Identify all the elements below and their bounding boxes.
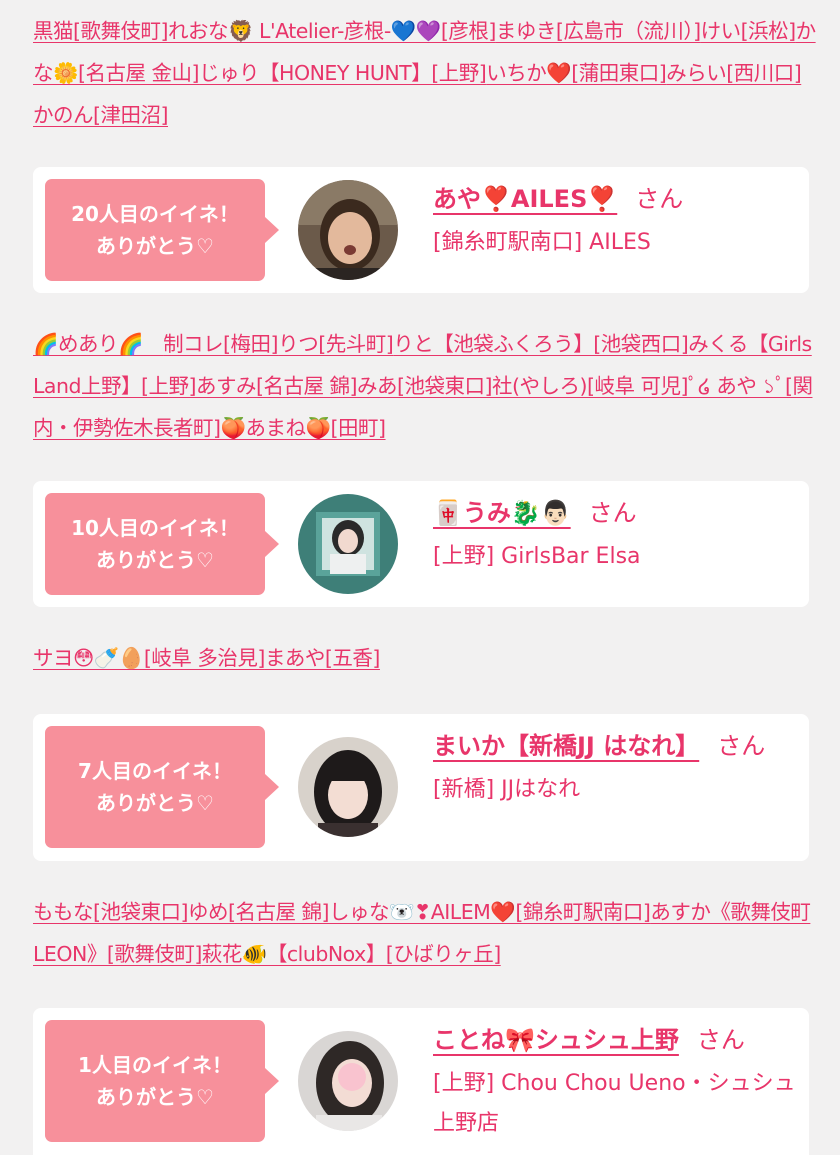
liker-link[interactable]: れおな🦁 L'Atelier-彦根-💙💜[彦根] bbox=[168, 19, 496, 43]
avatar[interactable] bbox=[298, 1031, 398, 1131]
thanks-text: ありがとう♡ bbox=[96, 548, 214, 572]
cast-name-link[interactable]: 🀄うみ🐉👨🏻 bbox=[433, 499, 571, 527]
cast-name-link[interactable]: あや❣️AILES❣️ bbox=[433, 185, 617, 213]
liker-link[interactable]: まあや[五香] bbox=[265, 646, 381, 670]
liker-list: サヨ😳🍼🥚[岐阜 多治見]まあや[五香] bbox=[33, 637, 818, 679]
shop-info: [錦糸町駅南口] AILES bbox=[433, 230, 651, 255]
thanks-text: ありがとう♡ bbox=[96, 234, 214, 258]
liker-link[interactable]: しゅな🐻‍❄️❣AILEM❤️[錦糸町駅南口] bbox=[329, 900, 651, 924]
shop-info: [上野] Chou Chou Ueno・シュシュ上野店 bbox=[433, 1071, 796, 1136]
liker-link[interactable]: あすみ[名古屋 錦] bbox=[196, 374, 358, 398]
like-card: 10人目のイイネ！ ありがとう♡ 🀄うみ🐉👨🏻 さん [上野] GirlsBar … bbox=[33, 481, 809, 607]
liker-link[interactable]: 萩花🐠【clubNox】[ひばりヶ丘] bbox=[202, 942, 501, 966]
liker-link[interactable]: かのん[津田沼] bbox=[33, 103, 169, 127]
honorific: さん bbox=[635, 185, 684, 213]
avatar[interactable] bbox=[298, 494, 398, 594]
liker-link[interactable]: まゆき[広島市（流川）] bbox=[496, 19, 701, 43]
shop-info: [上野] GirlsBar Elsa bbox=[433, 544, 641, 569]
like-count-text: 10人目のイイネ！ bbox=[71, 516, 239, 540]
liker-link[interactable]: 黒猫[歌舞伎町] bbox=[33, 19, 169, 43]
honorific: さん bbox=[717, 732, 766, 760]
like-count-bubble: 10人目のイイネ！ ありがとう♡ bbox=[45, 493, 279, 595]
liker-link[interactable]: ゆめ[名古屋 錦] bbox=[188, 900, 330, 924]
like-count-bubble: 7人目のイイネ！ ありがとう♡ bbox=[45, 726, 279, 848]
avatar[interactable] bbox=[298, 737, 398, 837]
cast-name-link[interactable]: ことね🎀シュシュ上野 bbox=[433, 1026, 679, 1054]
like-card: 7人目のイイネ！ ありがとう♡ まいか【新橋JJ はなれ】 さん [新橋] JJは… bbox=[33, 714, 809, 861]
thanks-text: ありがとう♡ bbox=[96, 791, 214, 815]
like-card: 1人目のイイネ！ ありがとう♡ ことね🎀シュシュ上野 さん [上野] Chou C… bbox=[33, 1008, 809, 1155]
liker-link[interactable]: けい[浜松] bbox=[701, 19, 797, 43]
honorific: さん bbox=[588, 499, 637, 527]
honorific: さん bbox=[696, 1026, 745, 1054]
liker-link[interactable]: みらい[西川口] bbox=[666, 61, 802, 85]
cast-name-link[interactable]: まいか【新橋JJ はなれ】 bbox=[433, 732, 699, 760]
like-card: 20人目のイイネ！ ありがとう♡ あや❣️AILES❣️ さん [錦糸町駅南口] … bbox=[33, 167, 809, 293]
avatar[interactable] bbox=[298, 180, 398, 280]
like-count-text: 20人目のイイネ！ bbox=[71, 202, 239, 226]
liker-link[interactable]: 制コレ[梅田] bbox=[163, 332, 279, 356]
like-count-text: 1人目のイイネ！ bbox=[78, 1053, 232, 1077]
liker-link[interactable]: ももな[池袋東口] bbox=[33, 900, 189, 924]
liker-link[interactable]: りと【池袋ふくろう】[池袋西口] bbox=[393, 332, 689, 356]
liker-link[interactable]: 🌈めあり🌈 bbox=[33, 332, 163, 356]
liker-link[interactable]: じゅり【HONEY HUNT】[上野] bbox=[199, 61, 487, 85]
liker-link[interactable]: みあ[池袋東口] bbox=[357, 374, 493, 398]
liker-list: 🌈めあり🌈 制コレ[梅田]りつ[先斗町]りと【池袋ふくろう】[池袋西口]みくる【… bbox=[33, 323, 818, 449]
liker-link[interactable]: 🍑あまね🍑[田町] bbox=[221, 416, 387, 440]
liker-link[interactable]: いちか❤️[蒲田東口] bbox=[486, 61, 667, 85]
liker-link[interactable]: 社(やしろ)[岐阜 可児] bbox=[492, 374, 689, 398]
shop-info: [新橋] JJはなれ bbox=[433, 777, 581, 802]
liker-link[interactable]: サヨ😳🍼🥚[岐阜 多治見] bbox=[33, 646, 265, 670]
liker-link[interactable]: りつ[先斗町] bbox=[278, 332, 394, 356]
liker-list: ももな[池袋東口]ゆめ[名古屋 錦]しゅな🐻‍❄️❣AILEM❤️[錦糸町駅南口… bbox=[33, 891, 818, 975]
liker-list: 黒猫[歌舞伎町]れおな🦁 L'Atelier-彦根-💙💜[彦根]まゆき[広島市（… bbox=[33, 10, 818, 136]
like-count-bubble: 1人目のイイネ！ ありがとう♡ bbox=[45, 1020, 279, 1142]
like-count-text: 7人目のイイネ！ bbox=[78, 759, 232, 783]
like-count-bubble: 20人目のイイネ！ ありがとう♡ bbox=[45, 179, 279, 281]
thanks-text: ありがとう♡ bbox=[96, 1085, 214, 1109]
